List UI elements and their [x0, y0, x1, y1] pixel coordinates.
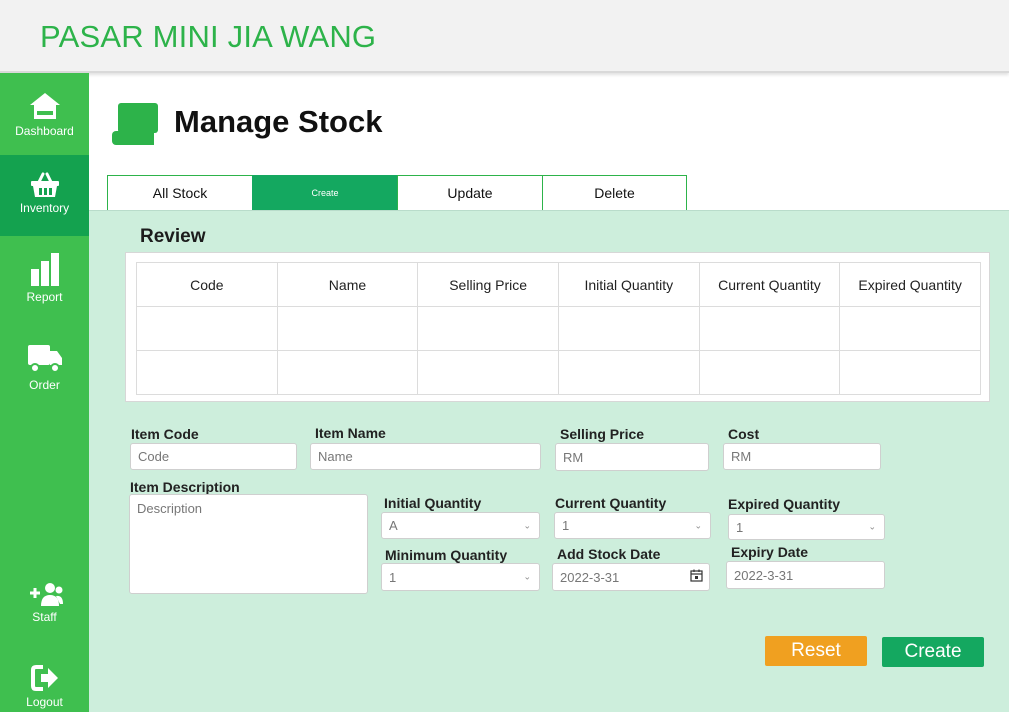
- review-table: Code Name Selling Price Initial Quantity…: [136, 262, 981, 395]
- top-bar: PASAR MINI JIA WANG: [0, 0, 1009, 73]
- add-stock-date-label: Add Stock Date: [557, 546, 661, 562]
- item-code-label: Item Code: [131, 426, 199, 442]
- table-cell: [698, 350, 841, 395]
- cost-label: Cost: [728, 426, 760, 442]
- column-header: Name: [276, 262, 419, 307]
- app-title: PASAR MINI JIA WANG: [40, 19, 377, 54]
- add-stock-date-value: 2022-3-31: [560, 569, 620, 585]
- chevron-down-icon: ⌄: [523, 571, 531, 582]
- column-header: Selling Price: [417, 262, 559, 307]
- expiry-date-label: Expiry Date: [731, 544, 809, 560]
- item-code-input[interactable]: Code: [130, 443, 297, 470]
- sidebar-item-label: Inventory: [19, 201, 70, 215]
- table-cell: [276, 350, 419, 395]
- item-name-label: Item Name: [315, 425, 386, 441]
- item-description-placeholder: Description: [137, 501, 203, 516]
- table-cell: [557, 350, 700, 395]
- sidebar-item-logout[interactable]: Logout: [0, 658, 89, 712]
- initial-quantity-label: Initial Quantity: [384, 495, 482, 511]
- item-code-placeholder: Code: [138, 449, 170, 464]
- column-header: Expired Quantity: [839, 262, 981, 307]
- item-name-input[interactable]: Name: [310, 443, 541, 470]
- current-quantity-value: 1: [562, 518, 570, 533]
- table-cell: [276, 306, 419, 351]
- table-row[interactable]: [136, 306, 981, 351]
- selling-price-placeholder: RM: [563, 449, 584, 465]
- sidebar-item-dashboard[interactable]: Dashboard: [0, 80, 89, 155]
- basket-icon: [30, 172, 60, 201]
- sidebar-item-label: Order: [29, 378, 60, 392]
- table-cell: [698, 306, 841, 351]
- cost-input[interactable]: RM: [723, 443, 881, 470]
- table-cell: [557, 306, 700, 351]
- table-row[interactable]: [136, 350, 981, 395]
- selling-price-input[interactable]: RM: [555, 443, 709, 471]
- item-description-label: Item Description: [130, 479, 240, 495]
- column-header: Code: [136, 262, 278, 307]
- chevron-down-icon: ⌄: [523, 520, 531, 530]
- initial-quantity-select[interactable]: A ⌄: [381, 512, 540, 539]
- chevron-down-icon: ⌄: [694, 520, 702, 530]
- current-quantity-label: Current Quantity: [555, 495, 667, 511]
- tab-update[interactable]: Update: [397, 175, 542, 211]
- selling-price-label: Selling Price: [560, 426, 645, 442]
- expired-quantity-label: Expired Quantity: [728, 496, 841, 512]
- home-icon: [29, 91, 61, 124]
- add-stock-date-input[interactable]: 2022-3-31: [552, 563, 710, 591]
- column-header: Current Quantity: [698, 262, 841, 307]
- tab-all-stock[interactable]: All Stock: [107, 175, 252, 211]
- expiry-date-value: 2022-3-31: [734, 567, 794, 583]
- table-cell: [839, 306, 981, 351]
- expired-quantity-value: 1: [736, 519, 744, 535]
- add-staff-icon: [26, 581, 64, 610]
- sidebar-item-staff[interactable]: Staff: [0, 578, 89, 648]
- minimum-quantity-label: Minimum Quantity: [385, 547, 508, 563]
- tab-bar: All Stock Create Update Delete: [107, 175, 687, 211]
- item-name-placeholder: Name: [318, 449, 353, 464]
- item-description-textarea[interactable]: Description: [129, 494, 368, 594]
- reset-button[interactable]: Reset: [765, 636, 867, 666]
- column-header: Initial Quantity: [557, 262, 700, 307]
- minimum-quantity-select[interactable]: 1 ⌄: [381, 563, 540, 591]
- logout-icon: [30, 664, 59, 695]
- sidebar-item-order[interactable]: Order: [0, 337, 89, 417]
- sidebar-item-inventory[interactable]: Inventory: [0, 155, 89, 236]
- sidebar-item-label: Staff: [32, 610, 57, 624]
- sidebar: Dashboard Inventory Report Order Staff L…: [0, 73, 89, 712]
- sidebar-item-label: Dashboard: [15, 124, 74, 138]
- expiry-date-input[interactable]: 2022-3-31: [726, 561, 885, 589]
- chevron-down-icon: ⌄: [868, 521, 876, 532]
- table-cell: [136, 350, 278, 395]
- table-cell: [417, 306, 559, 351]
- minimum-quantity-value: 1: [389, 569, 397, 585]
- bar-chart-icon: [29, 251, 61, 290]
- current-quantity-select[interactable]: 1 ⌄: [554, 512, 711, 539]
- table-header-row: Code Name Selling Price Initial Quantity…: [136, 262, 981, 307]
- expired-quantity-select[interactable]: 1 ⌄: [728, 514, 885, 540]
- initial-quantity-value: A: [389, 518, 398, 533]
- sidebar-item-label: Report: [26, 290, 63, 304]
- table-cell: [417, 350, 559, 395]
- truck-icon: [26, 341, 64, 378]
- sidebar-item-label: Logout: [26, 695, 63, 709]
- review-table-container: Code Name Selling Price Initial Quantity…: [125, 252, 990, 402]
- create-button[interactable]: Create: [882, 637, 984, 667]
- table-cell: [136, 306, 278, 351]
- cost-placeholder: RM: [731, 449, 752, 464]
- calendar-icon[interactable]: [690, 569, 703, 585]
- page-title: Manage Stock: [174, 104, 383, 139]
- sidebar-item-report[interactable]: Report: [0, 247, 89, 327]
- table-cell: [839, 350, 981, 395]
- tab-create[interactable]: Create: [252, 175, 397, 211]
- scroll-icon: [110, 101, 162, 152]
- review-title: Review: [140, 226, 206, 247]
- tab-delete[interactable]: Delete: [542, 175, 687, 211]
